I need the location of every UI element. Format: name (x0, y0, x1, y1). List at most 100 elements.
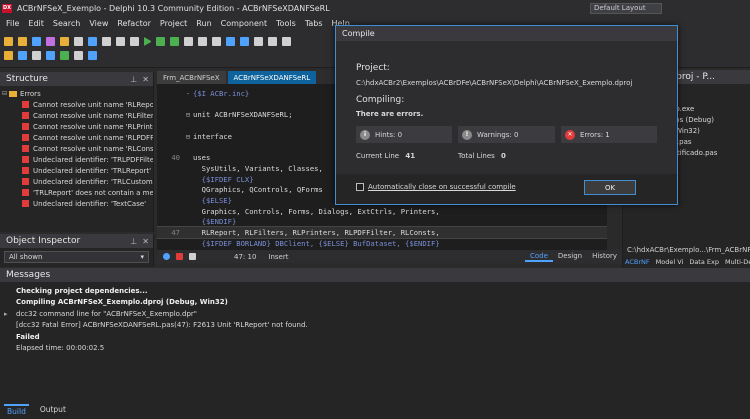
editor-tab[interactable]: ACBrNFSeXDANFSeRL (227, 71, 317, 84)
tree-item[interactable]: Cannot resolve unit name 'RLReport' (2, 99, 153, 110)
menu-project[interactable]: Project (160, 19, 187, 28)
pin-icon[interactable]: ⊥ (130, 237, 137, 246)
options-icon[interactable] (74, 51, 83, 60)
code-line[interactable]: {$IFDEF BORLAND} DBClient, {$ELSE} BufDa… (157, 238, 607, 249)
watch-icon[interactable] (282, 37, 291, 46)
menu-file[interactable]: File (6, 19, 19, 28)
fold-marker-icon[interactable] (183, 184, 193, 195)
save-icon[interactable] (32, 37, 41, 46)
run-without-debug-icon[interactable] (170, 37, 179, 46)
view-tab-code[interactable]: Code (525, 252, 553, 262)
menu-edit[interactable]: Edit (28, 19, 44, 28)
messages-tab-build[interactable]: Build (4, 404, 29, 417)
run-dropdown-icon[interactable] (156, 37, 165, 46)
unit-icon[interactable] (46, 51, 55, 60)
menu-run[interactable]: Run (196, 19, 211, 28)
tree-item[interactable]: Cannot resolve unit name 'RLConsts' (2, 143, 153, 154)
message-line[interactable]: Compiling ACBrNFSeX_Exemplo.dproj (Debug… (4, 297, 750, 309)
code-line[interactable]: Graphics, Controls, Forms, Dialogs, ExtC… (157, 206, 607, 217)
stop-icon[interactable] (198, 37, 207, 46)
view-tab-design[interactable]: Design (553, 252, 587, 262)
menu-component[interactable]: Component (221, 19, 267, 28)
record-icon[interactable] (176, 253, 183, 260)
pin-icon[interactable]: ⊥ (130, 75, 137, 84)
message-line[interactable]: Checking project dependencies... (4, 285, 750, 297)
menu-tabs[interactable]: Tabs (305, 19, 323, 28)
menu-view[interactable]: View (89, 19, 108, 28)
fold-marker-icon[interactable] (183, 152, 193, 163)
message-line[interactable]: ▸ dcc32 command line for "ACBrNFSeX_Exemp… (4, 308, 750, 320)
tree-item[interactable]: Undeclared identifier: 'TRLCustomReport' (2, 176, 153, 187)
view-tab-history[interactable]: History (587, 252, 622, 262)
step-over-icon[interactable] (240, 37, 249, 46)
project-tab[interactable]: Data Exp (689, 258, 719, 266)
component-icon[interactable] (18, 51, 27, 60)
tree-node-errors[interactable]: ⊟ Errors (2, 88, 153, 99)
trace-icon[interactable] (226, 37, 235, 46)
reopen-icon[interactable] (74, 37, 83, 46)
run-icon[interactable] (144, 37, 151, 46)
message-line[interactable]: Failed (4, 331, 750, 343)
remove-file-icon[interactable] (102, 37, 111, 46)
fold-marker-icon[interactable] (183, 238, 193, 249)
auto-close-checkbox[interactable]: Automatically close on successful compil… (356, 183, 516, 191)
object-inspector-combo[interactable]: All shown ▾ (4, 251, 149, 263)
code-line[interactable]: {$ENDIF} (157, 216, 607, 227)
toggle-icon[interactable] (60, 51, 69, 60)
cut-icon[interactable] (116, 37, 125, 46)
tree-item[interactable]: 'TRLReport' does not contain a member (2, 187, 153, 198)
fold-marker-icon[interactable] (183, 216, 193, 227)
menu-search[interactable]: Search (53, 19, 80, 28)
close-icon[interactable]: ✕ (142, 75, 149, 84)
open-project-icon[interactable] (60, 37, 69, 46)
fold-marker-icon[interactable] (183, 195, 193, 206)
message-line[interactable]: [dcc32 Fatal Error] ACBrNFSeXDANFSeRL.pa… (4, 320, 750, 332)
code-line[interactable]: 47 RLReport, RLFilters, RLPrinters, RLPD… (157, 226, 607, 240)
checkbox-box[interactable] (356, 183, 364, 191)
new-icon[interactable] (4, 37, 13, 46)
collapse-icon[interactable]: ⊟ (2, 90, 9, 97)
save-all-icon[interactable] (46, 37, 55, 46)
tree-item[interactable]: Cannot resolve unit name 'RLPrinters' (2, 121, 153, 132)
tree-item[interactable]: Undeclared identifier: 'TRLReport' at (2, 165, 153, 176)
fold-marker-icon[interactable]: ⊟ (183, 131, 193, 142)
ok-button[interactable]: OK (584, 180, 636, 195)
breakpoint-icon[interactable] (254, 37, 263, 46)
messages-tab-output[interactable]: Output (37, 404, 69, 417)
layout-selector[interactable]: Default Layout (590, 3, 662, 14)
open-icon[interactable] (18, 37, 27, 46)
tree-item[interactable]: Undeclared identifier: 'TRLPDFFilter' at (2, 154, 153, 165)
fold-marker-icon[interactable] (183, 206, 193, 217)
project-tab[interactable]: ACBrNF (625, 258, 650, 266)
tree-item[interactable]: Cannot resolve unit name 'RLFilters' (2, 110, 153, 121)
editor-tab[interactable]: Frm_ACBrNFSeX (157, 71, 226, 84)
menu-tools[interactable]: Tools (276, 19, 296, 28)
fold-marker-icon[interactable] (183, 142, 193, 153)
message-line[interactable]: Elapsed time: 00:00:02.5 (4, 343, 750, 355)
stop-icon[interactable] (189, 253, 196, 260)
project-tab[interactable]: Multi-De (725, 258, 750, 266)
copy-icon[interactable] (130, 37, 139, 46)
evaluate-icon[interactable] (268, 37, 277, 46)
fold-marker-icon[interactable] (183, 174, 193, 185)
step-icon[interactable] (212, 37, 221, 46)
fold-marker-icon[interactable] (183, 99, 193, 110)
fold-marker-icon[interactable] (183, 227, 193, 238)
fold-marker-icon[interactable]: ⊟ (183, 109, 193, 120)
pause-icon[interactable] (184, 37, 193, 46)
menu-refactor[interactable]: Refactor (117, 19, 151, 28)
form-icon[interactable] (32, 51, 41, 60)
fold-marker-icon[interactable] (183, 163, 193, 174)
fold-marker-icon[interactable] (183, 120, 193, 131)
nav-back-icon[interactable] (163, 253, 170, 260)
fold-marker-icon[interactable]: - (183, 88, 193, 99)
expand-icon[interactable]: ▸ (4, 310, 16, 318)
layout-icon[interactable] (4, 51, 13, 60)
help-icon[interactable] (88, 51, 97, 60)
add-file-icon[interactable] (88, 37, 97, 46)
close-icon[interactable]: ✕ (142, 237, 149, 246)
tree-item[interactable]: Cannot resolve unit name 'RLPDFFilter' (2, 132, 153, 143)
compile-dialog: Compile Project: C:\hdxACBr2\Exemplos\AC… (335, 25, 678, 205)
tree-item[interactable]: Undeclared identifier: 'TextCase' (2, 198, 153, 209)
project-tab[interactable]: Model Vi (656, 258, 684, 266)
